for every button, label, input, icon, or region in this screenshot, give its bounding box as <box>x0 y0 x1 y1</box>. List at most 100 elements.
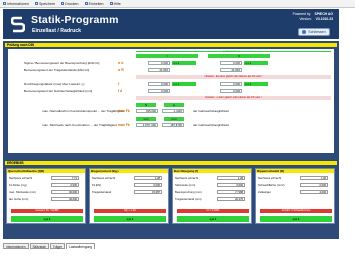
row-symbol-resistance: σ R <box>118 68 124 72</box>
max-normal-field[interactable]: 345.000 <box>136 109 158 114</box>
menu-item-informationen[interactable]: Informationen <box>3 2 29 6</box>
close-button[interactable]: Schliessen <box>298 28 330 36</box>
save-icon <box>34 2 38 5</box>
min-header-2: mm <box>164 117 184 121</box>
fd-field-2[interactable]: 0.000 <box>220 89 242 94</box>
main-panel: Prüfung nach DIN Lastannahmen I II Sigma… <box>3 41 339 239</box>
fd-field-1[interactable]: 0.000 <box>148 89 170 94</box>
result-red-bar: My = 1.93 <box>94 209 166 213</box>
result-box-title: Biegemoment (Bg.) <box>90 169 168 173</box>
tab-traeger[interactable]: Träger <box>49 243 66 249</box>
result-field[interactable]: 1.28 <box>217 176 245 180</box>
result-red-bar: Anzahl: 3 Schweißzonen <box>260 209 332 213</box>
app-logo-icon <box>11 16 25 33</box>
max-span-field[interactable]: 3 075. 000 <box>136 123 158 128</box>
results-area: Querschnittsflaeche (QB) Nachweis erbrac… <box>5 167 337 226</box>
result-green-bar: η ≤ 1 <box>177 216 249 222</box>
result-row-label: Fk [kN] <box>92 183 101 187</box>
result-row-label: Nachweis erbracht <box>175 176 199 180</box>
result-field[interactable]: 4.000 <box>300 190 328 194</box>
result-row-label: Tragwiderstand (mm) <box>175 197 202 201</box>
result-field[interactable]: 30.000 <box>51 190 79 194</box>
menu-item-speichern[interactable]: Speichern <box>34 2 55 6</box>
info-icon <box>3 2 6 5</box>
result-field[interactable]: 0.000 <box>217 183 245 187</box>
f-field-1[interactable]: 0.000 <box>148 82 170 87</box>
result-box-cross-section: Querschnittsflaeche (QB) Nachweis erbrac… <box>6 168 86 224</box>
menu-item-hilfe[interactable]: Hilfe <box>109 2 121 6</box>
sigma-r-field-2[interactable]: 21.818 <box>220 68 242 73</box>
result-box-deflection: Durchbiegung (f) Nachweis erbracht 1.28 … <box>172 168 252 224</box>
help-icon <box>109 2 113 5</box>
row-label-serviceability: Bemessungswert der Gebrauchstauglichkeit… <box>24 89 93 93</box>
row-symbol-max-normal: max Fk <box>118 109 130 113</box>
row-symbol-sigma: σ d <box>118 61 124 65</box>
status-badge: η ≤ 1 <box>244 61 268 66</box>
max-phi-field[interactable]: 1.4118 <box>162 109 184 114</box>
status-badge: η ≤ 1 <box>244 82 268 87</box>
row-label-deflection-factor: Durchbiegungsfaktor (max) über Lasteinl.… <box>24 82 85 86</box>
result-red-bar: Gesamt: Fk, VQ/BR <box>11 209 83 213</box>
tab-stuetzstab[interactable]: Stützstab <box>29 243 49 249</box>
result-field[interactable]: 0.000 <box>134 183 162 187</box>
row-note-max-span: der Gebrauchstauglichkeit <box>193 123 229 127</box>
app-header: Statik-Programm Einzellast / Radruck Pow… <box>3 9 339 39</box>
result-field[interactable]: 7.7188 <box>217 190 245 194</box>
sigma-d-field-2[interactable]: 0.000 <box>220 61 242 66</box>
app-subtitle: Einzellast / Radruck <box>32 28 82 34</box>
tab-informationen[interactable]: Informationen <box>3 243 29 249</box>
result-row-label: Tragwiderstand <box>92 190 112 194</box>
result-field[interactable]: 30.000 <box>51 197 79 201</box>
tab-lastaufbringung[interactable]: Lastaufbringung <box>66 243 95 249</box>
section-title-proof: Prüfung nach DIN <box>5 43 337 47</box>
menubar: Informationen Speichern Drucken Einheite… <box>0 0 355 8</box>
max-span-mm-field[interactable]: 187.8790 <box>162 123 184 128</box>
result-row-label: max. Stützweite (mm) <box>9 190 37 194</box>
result-field[interactable]: 0.000 <box>51 183 79 187</box>
status-badge: η ≤ 1 <box>172 61 196 66</box>
result-field[interactable]: 15.387 <box>134 190 162 194</box>
version-info: Powered by SPIECH AG Version: V3.1010.23 <box>292 12 333 21</box>
result-red-bar: fd = 0.0001 <box>177 209 249 213</box>
max-header-n: N <box>136 103 156 107</box>
app-title: Statik-Programm <box>31 14 119 26</box>
result-row-label: Fü Dicke (t tg) <box>9 183 27 187</box>
row-symbol-max-span: max Fk <box>118 123 130 127</box>
column-header-2: II <box>208 54 270 58</box>
result-box-title: Querschnittsflaeche (QB) <box>7 169 85 173</box>
row-symbol-f: f <box>118 82 120 86</box>
min-header-1: min <box>136 117 156 121</box>
result-field[interactable]: 20.270 <box>217 197 245 201</box>
result-row-label: Schweißfläche (mm²) <box>258 183 285 187</box>
sheet-tabs: Informationen Stützstab Träger Lastaufbr… <box>3 243 95 249</box>
result-row-label: Stützweite (mm) <box>175 183 196 187</box>
result-field[interactable]: 7.71 <box>51 176 79 180</box>
sigma-d-field-1[interactable]: 0.000 <box>148 61 170 66</box>
result-box-rib-weld: Rippenschweiß (R) Nachweis erbracht 1.00… <box>255 168 335 224</box>
row-label-max-normal: max. Normalkraft im Konstruktionspunkt .… <box>42 109 125 113</box>
column-header-1: I <box>136 54 198 58</box>
result-row-label: Beanspruchung (mm) <box>175 190 202 194</box>
result-field[interactable]: 1.00 <box>300 176 328 180</box>
warning-note-1: Hinweis : Es kann gleich oder kleiner al… <box>136 75 331 79</box>
status-badge: η ≤ 1 <box>172 82 196 87</box>
result-row-label: Zulässiger <box>258 190 271 194</box>
result-green-bar: η ≤ 1 <box>260 216 332 222</box>
result-field[interactable]: 1.28 <box>134 176 162 180</box>
max-header-phi: φ <box>164 103 184 107</box>
print-icon <box>61 2 65 5</box>
f-field-2[interactable]: 0.000 <box>220 82 242 87</box>
sigma-r-field-1[interactable]: 21.818 <box>148 68 170 73</box>
result-row-label: Nachweis erbracht <box>92 176 116 180</box>
section-title-results: ERGEBNIS <box>5 161 337 165</box>
close-icon <box>302 30 307 34</box>
result-field[interactable]: 0.000 <box>300 183 328 187</box>
result-box-title: Rippenschweiß (R) <box>256 169 334 173</box>
result-box-title: Durchbiegung (f) <box>173 169 251 173</box>
row-label-resistance: Bemessungswert der Tragwiderstände [kN/c… <box>24 68 90 72</box>
result-row-label: Nachweis erbracht <box>9 176 33 180</box>
row-note-max-normal: der Gebrauchstauglichkeit <box>193 109 229 113</box>
menu-item-einheiten[interactable]: Einheiten <box>84 2 104 6</box>
result-green-bar: η ≤ 1 <box>94 216 166 222</box>
menu-item-drucken[interactable]: Drucken <box>61 2 79 6</box>
